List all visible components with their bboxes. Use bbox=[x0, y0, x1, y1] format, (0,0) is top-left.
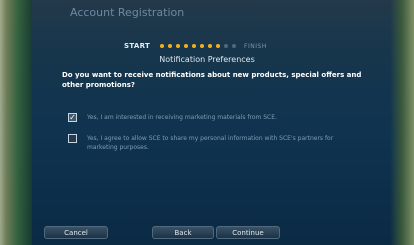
option-marketing-materials[interactable]: ✓ Yes, I am interested in receiving mark… bbox=[68, 113, 357, 122]
progress-dot bbox=[176, 44, 181, 48]
progress-dot bbox=[192, 44, 197, 48]
progress-dot bbox=[184, 44, 189, 48]
left-edge-glow bbox=[0, 0, 32, 245]
progress-dot bbox=[232, 44, 237, 48]
progress-start-label: START bbox=[124, 42, 151, 50]
cancel-button[interactable]: Cancel bbox=[44, 226, 108, 239]
progress-dot bbox=[160, 44, 165, 48]
progress-finish-label: FINISH bbox=[244, 42, 267, 50]
right-edge-glow bbox=[390, 0, 414, 245]
continue-button[interactable]: Continue bbox=[216, 226, 280, 239]
share-info-label: Yes, I agree to allow SCE to share my pe… bbox=[87, 135, 334, 151]
progress-dots bbox=[158, 44, 238, 48]
section-heading: Notification Preferences bbox=[159, 55, 255, 64]
share-info-checkbox[interactable] bbox=[68, 134, 77, 143]
option-share-info[interactable]: Yes, I agree to allow SCE to share my pe… bbox=[68, 134, 357, 152]
progress-dot bbox=[224, 44, 229, 48]
progress-dot bbox=[216, 44, 221, 48]
notification-question: Do you want to receive notifications abo… bbox=[62, 71, 362, 89]
progress-dot bbox=[200, 44, 205, 48]
back-button[interactable]: Back bbox=[152, 226, 214, 239]
progress-dot bbox=[208, 44, 213, 48]
window-title: Account Registration bbox=[70, 6, 185, 19]
marketing-materials-label: Yes, I am interested in receiving market… bbox=[87, 114, 277, 121]
progress-dot bbox=[168, 44, 173, 48]
progress-indicator: START FINISH bbox=[124, 40, 267, 52]
registration-dialog: Account Registration START FINISH Notifi… bbox=[0, 0, 414, 245]
marketing-materials-checkbox[interactable]: ✓ bbox=[68, 113, 77, 122]
